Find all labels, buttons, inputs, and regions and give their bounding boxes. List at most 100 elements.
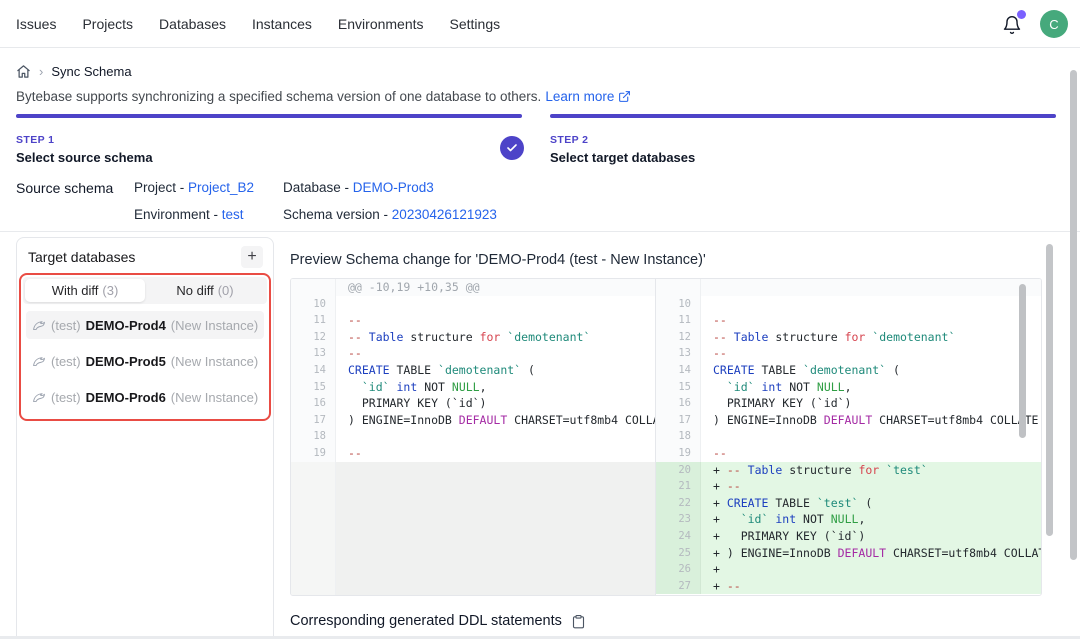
diff-line: 13-- (291, 345, 655, 362)
tab-label: No diff (176, 283, 213, 298)
diff-line: 15 `id` int NOT NULL, (291, 379, 655, 396)
diff-line: 19-- (656, 445, 1041, 462)
notification-dot (1017, 10, 1026, 19)
db-environment: (test) (51, 390, 81, 405)
db-environment: (test) (51, 354, 81, 369)
version-link[interactable]: 20230426121923 (392, 207, 497, 222)
diff-hunk-row (656, 279, 1041, 296)
project-label: Project - (134, 180, 188, 195)
diff-line: 23+ `id` int NOT NULL, (656, 511, 1041, 528)
tab-count: (0) (218, 283, 234, 298)
database-link[interactable]: DEMO-Prod3 (353, 180, 434, 195)
diff-line: 17) ENGINE=InnoDB DEFAULT CHARSET=utf8mb… (656, 412, 1041, 429)
diff-line: 18 (291, 428, 655, 445)
database-item-demo-prod4[interactable]: (test) DEMO-Prod4 (New Instance) (26, 311, 264, 339)
breadcrumb: › Sync Schema (16, 64, 132, 79)
schema-diff-viewer: @@ -10,19 +10,35 @@1011--12-- Table stru… (290, 278, 1042, 596)
diff-line: 26+ (656, 561, 1041, 578)
nav-item-issues[interactable]: Issues (16, 16, 56, 32)
tab-label: With diff (52, 283, 99, 298)
db-name: DEMO-Prod6 (86, 390, 166, 405)
page-title: Sync Schema (51, 64, 131, 79)
diff-pane-right: 1011--12-- Table structure for `demotena… (656, 279, 1041, 595)
db-suffix: (New Instance) (171, 390, 258, 405)
avatar[interactable]: C (1040, 10, 1068, 38)
top-header: Issues Projects Databases Instances Environm… (0, 0, 1080, 48)
diff-hunk-row: @@ -10,19 +10,35 @@ (291, 279, 655, 296)
intro-text: Bytebase supports synchronizing a specif… (16, 89, 631, 104)
db-name: DEMO-Prod4 (86, 318, 166, 333)
diff-line: 13-- (656, 345, 1041, 362)
diff-line: 12-- Table structure for `demotenant` (291, 329, 655, 346)
diff-line: 12-- Table structure for `demotenant` (656, 329, 1041, 346)
diff-pane-scrollbar[interactable] (1019, 284, 1026, 438)
db-name: DEMO-Prod5 (86, 354, 166, 369)
step2-title: Select target databases (550, 150, 695, 165)
section-divider (0, 231, 1080, 232)
diff-line: 27+ -- (656, 578, 1041, 595)
notifications-button[interactable] (1002, 13, 1024, 35)
home-icon[interactable] (16, 64, 31, 79)
diff-tabs: With diff(3) No diff (0) (23, 277, 267, 304)
environment-link[interactable]: test (222, 207, 244, 222)
learn-more-link[interactable]: Learn more (545, 89, 614, 104)
nav-item-settings[interactable]: Settings (450, 16, 501, 32)
preview-scrollbar[interactable] (1046, 244, 1053, 536)
diff-line: 25+ ) ENGINE=InnoDB DEFAULT CHARSET=utf8… (656, 545, 1041, 562)
diff-line: 21+ -- (656, 478, 1041, 495)
diff-line: 11-- (291, 312, 655, 329)
db-suffix: (New Instance) (171, 354, 258, 369)
page-scrollbar[interactable] (1070, 70, 1077, 560)
diff-line: 22+ CREATE TABLE `test` ( (656, 495, 1041, 512)
database-label: Database - (283, 180, 353, 195)
diff-pane-left: @@ -10,19 +10,35 @@1011--12-- Table stru… (291, 279, 656, 595)
source-schema-label: Source schema (16, 180, 113, 196)
nav-item-databases[interactable]: Databases (159, 16, 226, 32)
preview-title: Preview Schema change for 'DEMO-Prod4 (t… (290, 252, 706, 268)
step1-title: Select source schema (16, 150, 153, 165)
nav-item-projects[interactable]: Projects (82, 16, 133, 32)
copy-ddl-icon[interactable] (571, 614, 586, 629)
source-environment: Environment - test (134, 207, 244, 222)
external-link-icon (618, 90, 631, 103)
environment-label: Environment - (134, 207, 222, 222)
diff-line: 16 PRIMARY KEY (`id`) (291, 395, 655, 412)
nav-item-environments[interactable]: Environments (338, 16, 424, 32)
diff-line: 24+ PRIMARY KEY (`id`) (656, 528, 1041, 545)
diff-line: 14CREATE TABLE `demotenant` ( (656, 362, 1041, 379)
target-panel-title: Target databases (28, 249, 135, 265)
step2-label: STEP 2 (550, 134, 695, 146)
tab-with-diff[interactable]: With diff(3) (25, 279, 145, 302)
header-right: C (1002, 0, 1068, 48)
db-environment: (test) (51, 318, 81, 333)
diff-line: 19-- (291, 445, 655, 462)
step2[interactable]: STEP 2 Select target databases (550, 134, 695, 165)
page: Issues Projects Databases Instances Environm… (0, 0, 1080, 639)
source-schema-version: Schema version - 20230426121923 (283, 207, 497, 222)
mysql-icon (32, 354, 46, 368)
breadcrumb-separator: › (39, 64, 43, 79)
step1[interactable]: STEP 1 Select source schema (16, 134, 153, 165)
tab-count: (3) (102, 283, 118, 298)
ddl-title: Corresponding generated DDL statements (290, 613, 562, 629)
version-label: Schema version - (283, 207, 392, 222)
db-suffix: (New Instance) (171, 318, 258, 333)
diff-line: 18 (656, 428, 1041, 445)
target-list-highlight-box: With diff(3) No diff (0) (test) DEMO-Prod4… (19, 273, 271, 421)
database-list: (test) DEMO-Prod4 (New Instance)(test) D… (23, 304, 267, 411)
project-link[interactable]: Project_B2 (188, 180, 254, 195)
mysql-icon (32, 318, 46, 332)
ddl-section-header: Corresponding generated DDL statements (290, 613, 586, 629)
add-target-database-button[interactable]: + (241, 246, 263, 268)
main-nav: Issues Projects Databases Instances Environm… (0, 0, 1080, 48)
mysql-icon (32, 390, 46, 404)
diff-line: 16 PRIMARY KEY (`id`) (656, 395, 1041, 412)
database-item-demo-prod5[interactable]: (test) DEMO-Prod5 (New Instance) (26, 347, 264, 375)
database-item-demo-prod6[interactable]: (test) DEMO-Prod6 (New Instance) (26, 383, 264, 411)
nav-item-instances[interactable]: Instances (252, 16, 312, 32)
tab-no-diff[interactable]: No diff (0) (145, 279, 265, 302)
diff-line: 15 `id` int NOT NULL, (656, 379, 1041, 396)
target-databases-panel: Target databases + With diff(3) No diff (0… (16, 237, 274, 639)
diff-line: 11-- (656, 312, 1041, 329)
step1-progress-bar (16, 114, 522, 118)
